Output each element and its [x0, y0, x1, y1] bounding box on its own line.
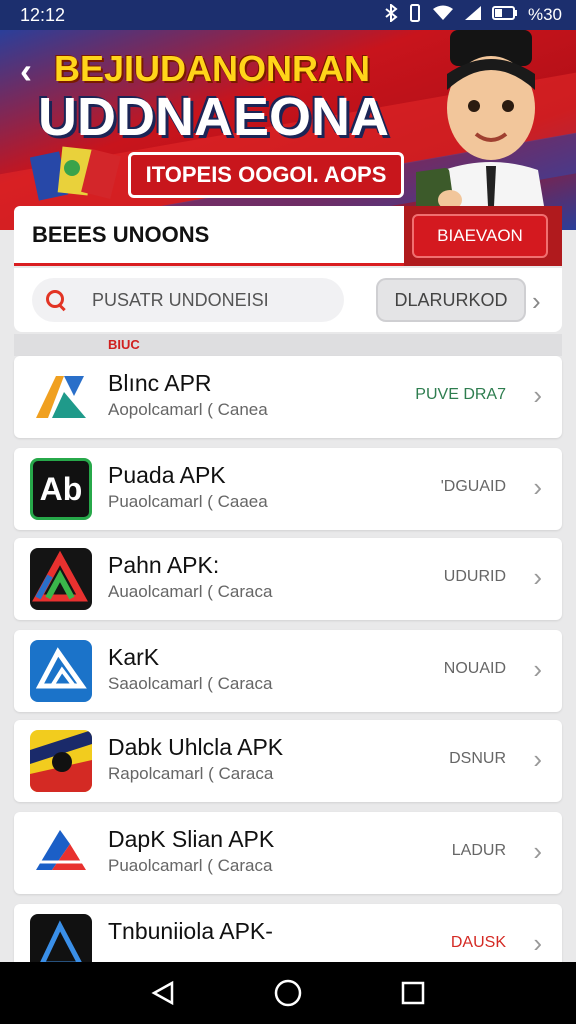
banner-title-line2: UDDNAEONA: [38, 87, 389, 147]
chevron-right-icon[interactable]: ›: [533, 380, 542, 411]
list-subtitle: BIUC: [14, 334, 562, 356]
recents-square-icon[interactable]: [393, 973, 433, 1013]
status-time: 12:12: [20, 4, 66, 25]
chevron-right-icon[interactable]: ›: [533, 928, 542, 959]
app-subtitle: Rapolcamarl ( Caraca: [108, 764, 274, 783]
app-action-label[interactable]: DSNUR: [449, 750, 506, 768]
download-button[interactable]: DLARURKOD: [376, 278, 526, 322]
promo-banner: ‹ BEJIUDANONRAN UDDNAEONA ITOPEIS OOGOI.…: [0, 30, 576, 230]
chevron-right-icon[interactable]: ›: [533, 472, 542, 503]
chevron-left-icon[interactable]: ‹: [20, 50, 32, 92]
wifi-icon: [432, 5, 454, 26]
chevron-right-icon[interactable]: ›: [533, 836, 542, 867]
app-action-label[interactable]: 'DGUAID: [441, 478, 506, 496]
chevron-right-icon[interactable]: ›: [533, 744, 542, 775]
books-illustration: [30, 146, 121, 201]
app-subtitle: Puaolcamarl ( Caaea: [108, 492, 268, 511]
app-name: Tnbuniiola APK-: [108, 918, 273, 944]
chevron-right-icon[interactable]: ›: [532, 286, 541, 317]
list-item[interactable]: DapK Slian APK Puaolcamarl ( Caraca LADU…: [14, 812, 562, 894]
app-icon: [30, 366, 92, 428]
system-nav-bar: [0, 962, 576, 1024]
app-icon: [30, 730, 92, 792]
app-subtitle: Auaolcamarl ( Caraca: [108, 582, 273, 601]
section-title: BEEES UNOONS: [32, 221, 210, 247]
back-triangle-icon[interactable]: [143, 973, 183, 1013]
chevron-right-icon[interactable]: ›: [533, 654, 542, 685]
list-item[interactable]: KarK Saaolcamarl ( Caraca NOUAID ›: [14, 630, 562, 712]
app-name: Pahn APK:: [108, 552, 220, 578]
app-action-label[interactable]: DAUSK: [451, 934, 506, 952]
home-circle-icon[interactable]: [268, 973, 308, 1013]
app-action-label[interactable]: LADUR: [452, 842, 506, 860]
app-action-label[interactable]: UDURID: [444, 568, 506, 586]
battery-percent: %30: [527, 5, 562, 24]
app-icon: [30, 822, 92, 884]
search-row: PUSATR UNDONEISI DLARURKOD ›: [14, 268, 562, 332]
app-subtitle: Saaolcamarl ( Caraca: [108, 674, 273, 693]
status-icons: %30: [384, 2, 562, 27]
banner-title-line1: BEJIUDANONRAN: [54, 48, 371, 89]
app-subtitle: Puaolcamarl ( Caraca: [108, 856, 273, 875]
app-icon: [30, 548, 92, 610]
app-name: DapK Slian APK: [108, 826, 275, 852]
app-action-label[interactable]: NOUAID: [444, 660, 506, 678]
search-input[interactable]: PUSATR UNDONEISI: [32, 278, 344, 322]
app-name: KarK: [108, 644, 160, 670]
app-name: Dabk Uhlcla APK: [108, 734, 284, 760]
app-action-label[interactable]: PUVE DRA7: [415, 386, 506, 404]
promo-label: ITOPEIS OOGOI. AOPS: [128, 152, 404, 198]
app-icon: [30, 640, 92, 702]
status-bar: 12:12 %30: [0, 0, 576, 30]
bluetooth-icon: [384, 2, 398, 27]
app-name: Puada APK: [108, 462, 226, 488]
list-item[interactable]: Pahn APK: Auaolcamarl ( Caraca UDURID ›: [14, 538, 562, 620]
vibrate-icon: [408, 3, 422, 27]
section-title-card: BEEES UNOONS: [14, 206, 404, 266]
list-item[interactable]: Blınc APR Aopolcamarl ( Canea PUVE DRA7 …: [14, 356, 562, 438]
app-subtitle: Aopolcamarl ( Canea: [108, 400, 268, 419]
battery-icon: [491, 5, 518, 25]
chevron-right-icon[interactable]: ›: [533, 562, 542, 593]
app-name: Blınc APR: [108, 370, 212, 396]
mascot-illustration: [416, 30, 548, 230]
search-placeholder: PUSATR UNDONEISI: [92, 289, 269, 310]
primary-action-button[interactable]: BIAEVAON: [412, 214, 548, 258]
list-item[interactable]: Dabk Uhlcla APK Rapolcamarl ( Caraca DSN…: [14, 720, 562, 802]
signal-icon: [464, 5, 482, 26]
app-icon: Ab: [30, 458, 92, 520]
list-item[interactable]: Ab Puada APK Puaolcamarl ( Caaea 'DGUAID…: [14, 448, 562, 530]
search-icon: [44, 288, 68, 312]
